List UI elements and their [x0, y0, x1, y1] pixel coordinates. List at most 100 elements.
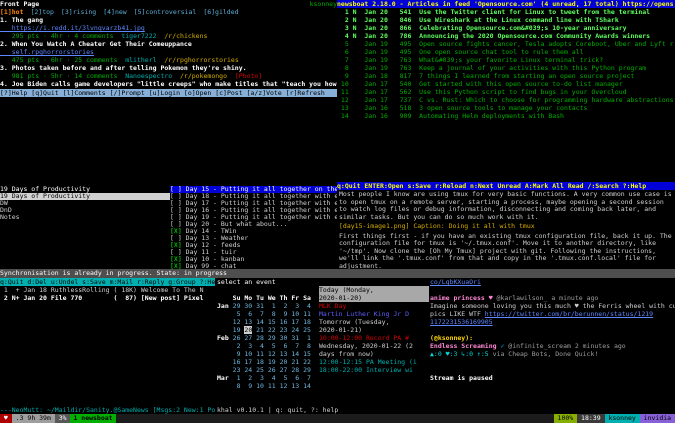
todo-checkbox[interactable]: [ ]: [170, 186, 186, 193]
todo-item-row[interactable]: [X] Day 14 - TWin: [170, 228, 337, 235]
todo-item-row[interactable]: [X] Day 12 - feeds: [170, 242, 337, 249]
todo-item-row[interactable]: [ ] Day 18 - Putting it all together wit…: [170, 193, 337, 200]
todo-item-row[interactable]: [ ] Day 11 - tuir: [170, 249, 337, 256]
newsboat-article-row[interactable]: 10 Jan 17 540 Get started with this open…: [337, 80, 675, 88]
agenda-event[interactable]: 12:00-12:15 PA Meeting (i: [319, 358, 429, 366]
post-author[interactable]: tiger7222: [121, 32, 164, 40]
post-stats: 295 pts · 4hr · 4 comments: [0, 32, 122, 40]
article-paragraph-1: Most people I know are using tmux for ve…: [339, 190, 672, 221]
todo-item-row[interactable]: [X] Day 10 - kanban: [170, 256, 337, 263]
mail-row[interactable]: 1 + Jan 18 RuthlessRolling ( 18K) Welcom…: [0, 286, 215, 294]
todo-checkbox[interactable]: [ ]: [170, 207, 186, 214]
todo-list-item[interactable]: Notes: [0, 214, 170, 221]
tuir-tab[interactable]: [3]rising: [61, 8, 96, 16]
post-author[interactable]: mlitherl: [125, 56, 164, 64]
calendar-days[interactable]: 12 13 14 15 16 17 18: [233, 318, 311, 326]
agenda-date[interactable]: 2020-01-20): [319, 294, 429, 302]
newsboat-article-row[interactable]: 14 Jan 16 909 Automating Helm deployment…: [337, 112, 675, 120]
newsboat-article-row[interactable]: 6 Jan 19 495 One open source chat tool t…: [337, 48, 675, 56]
newsboat-article-row[interactable]: 8 Jan 19 763 Keep a journal of your acti…: [337, 64, 675, 72]
todo-checkbox[interactable]: [ ]: [170, 200, 186, 207]
newsboat-article-row[interactable]: 4 N Jan 20 786 Announcing the 2020 Opens…: [337, 32, 675, 40]
todo-checkbox[interactable]: [X]: [170, 228, 186, 235]
calendar-days[interactable]: 5 6 7 8 9 10 11: [233, 310, 311, 318]
calendar-days[interactable]: 8 9 10 11 12 13 14: [233, 382, 311, 390]
khal-calendar-pane[interactable]: select an event Su Mo Tu We Th Fr Sa Jan…: [215, 278, 430, 414]
agenda-event[interactable]: 18:00-22:00 Interview wi: [319, 366, 429, 374]
post-subreddit[interactable]: /r/rpghorrorstories: [164, 56, 238, 64]
post-link[interactable]: https://i.redd.it/3lvnqvarzb41.jpg: [0, 24, 337, 32]
newsboat-article-row[interactable]: 13 Jan 16 518 3 open source tools to man…: [337, 104, 675, 112]
post-link[interactable]: self.rpghorrorstories: [0, 48, 337, 56]
todoman-todos-pane[interactable]: [ ] Day 15 - Putting it all together on …: [170, 186, 337, 269]
calendar-days[interactable]: 29 30 31 1 2 3 4: [233, 302, 311, 310]
post-title[interactable]: 1. The gang: [0, 16, 337, 24]
calendar-days[interactable]: 19: [233, 326, 245, 334]
post-title[interactable]: 3. Photos taken before and after telling…: [0, 64, 337, 72]
todo-item-row[interactable]: [ ] Day 15 - Putting it all together on …: [170, 186, 337, 193]
tuir-tab[interactable]: [5]controversial: [134, 8, 197, 16]
agenda-date[interactable]: 2020-01-21): [319, 326, 429, 334]
todo-label: Day 20 - But what about...: [185, 221, 288, 228]
todoman-lists-pane[interactable]: 19 Days of Productivity 19 Days of Produ…: [0, 186, 170, 269]
calendar-days[interactable]: 16 17 18 19 20 21 22: [233, 358, 311, 366]
post-subreddit[interactable]: /r/pokemongo: [180, 72, 227, 80]
agenda-date[interactable]: Tomorrow (Tuesday,: [319, 318, 429, 326]
newsboat-article-row[interactable]: 7 Jan 19 763 What&#039;s your favorite L…: [337, 56, 675, 64]
tweet-link[interactable]: https://twitter.com/br/berunnen/status/1…: [485, 310, 653, 318]
tweet-link[interactable]: co/LqbKXuaOri: [430, 278, 481, 286]
todo-item-row[interactable]: [ ] Day 16 - Putting it all together wit…: [170, 207, 337, 214]
empty-terminal-pane[interactable]: [0, 97, 337, 186]
todo-checkbox[interactable]: [X]: [170, 256, 186, 263]
todo-checkbox[interactable]: [ ]: [170, 214, 186, 221]
calendar-days[interactable]: 26 27 28 29 30 31 1: [233, 334, 311, 342]
newsboat-article-row[interactable]: 2 N Jan 20 846 Use Wireshark at the Linu…: [337, 16, 675, 24]
twitter-stream-pane[interactable]: co/LqbKXuaOri anime princess ♥ @karlawils…: [430, 278, 675, 414]
todo-item-row[interactable]: [ ] Day 13 - Weather: [170, 235, 337, 242]
tuir-tab[interactable]: [1]hot: [0, 8, 23, 16]
todo-checkbox[interactable]: [ ]: [170, 235, 186, 242]
todo-checkbox[interactable]: [ ]: [170, 249, 186, 256]
post-title[interactable]: 4. Joe Biden calls game developers "litt…: [0, 80, 337, 88]
tuir-reddit-pane[interactable]: Front Page ksonney [1]hot [2]top [3]rising…: [0, 0, 337, 97]
calendar-days[interactable]: 9 10 11 12 13 14 15: [233, 350, 311, 358]
newsboat-article-row[interactable]: 5 Jan 19 495 Open source fights cancer, …: [337, 40, 675, 48]
todo-checkbox[interactable]: [X]: [170, 242, 186, 249]
calendar-days[interactable]: 2 3 4 5 6 7 8: [233, 342, 311, 350]
tuir-tab[interactable]: [2]top: [30, 8, 53, 16]
todo-list-item[interactable]: DnD: [0, 207, 170, 214]
newsboat-pane[interactable]: newsboat 2.18.0 - Articles in feed 'Open…: [337, 0, 675, 190]
newsboat-article-row[interactable]: 3 N Jan 20 866 Celebrating Opensource.co…: [337, 24, 675, 32]
todo-list-item[interactable]: DW: [0, 200, 170, 207]
todo-label: Day 15 - Putting it all together on the: [185, 186, 337, 193]
agenda-date[interactable]: Today (Monday,: [319, 286, 429, 294]
agenda-date[interactable]: Wednesday, 2020-01-22 (2: [319, 342, 429, 350]
agenda-event[interactable]: Martin Luther King Jr D: [319, 310, 429, 318]
tmux-window-tab[interactable]: 1 newsboat: [70, 414, 116, 423]
todo-checkbox[interactable]: [ ]: [170, 193, 186, 200]
agenda-event[interactable]: MLK Day: [319, 302, 429, 310]
tweet-link[interactable]: 1172231536169905: [430, 318, 493, 326]
tuir-tab[interactable]: [4]new: [103, 8, 126, 16]
post-title[interactable]: 2. When You Watch A Cheater Get Their Co…: [0, 40, 337, 48]
mail-row[interactable]: 2 N+ Jan 20 File 770 ( 87) [New post] Pi…: [0, 294, 215, 302]
calendar-days[interactable]: 1 2 3 4 5 6 7: [233, 374, 311, 382]
newsboat-article-row[interactable]: 12 Jan 17 737 C vs. Rust: Which to choos…: [337, 96, 675, 104]
todo-item-row[interactable]: [ ] Day 19 - Putting it all together wit…: [170, 214, 337, 221]
todo-list-item[interactable]: 19 Days of Productivity: [0, 193, 170, 200]
todo-detail-pane[interactable]: Most people I know are using tmux for ve…: [337, 190, 675, 269]
calendar-days[interactable]: 23 24 25 26 27 28 29: [233, 366, 311, 374]
post-subreddit[interactable]: /r/chickens: [164, 32, 207, 40]
neomutt-pane[interactable]: q:Quit d:Del u:Undel s:Save m:Mail r:Rep…: [0, 278, 215, 414]
newsboat-article-row[interactable]: 11 Jan 17 562 Use this Python script to …: [337, 88, 675, 96]
newsboat-article-row[interactable]: 9 Jan 18 817 7 things I learned from sta…: [337, 72, 675, 80]
todo-item-row[interactable]: [ ] Day 20 - But what about...: [170, 221, 337, 228]
agenda-event[interactable]: 10:00-12:00 Record PA #: [319, 334, 429, 342]
todo-checkbox[interactable]: [ ]: [170, 221, 186, 228]
newsboat-article-row[interactable]: 1 N Jan 20 541 Use the Twitter client fo…: [337, 8, 675, 16]
tuir-tab[interactable]: [6]gilded: [203, 8, 238, 16]
agenda-date[interactable]: days from now): [319, 350, 429, 358]
post-author[interactable]: Nanoespectro: [125, 72, 180, 80]
calendar-days[interactable]: 21 22 23 24 25: [252, 326, 311, 334]
todo-item-row[interactable]: [ ] Day 17 - Putting it all together wit…: [170, 200, 337, 207]
